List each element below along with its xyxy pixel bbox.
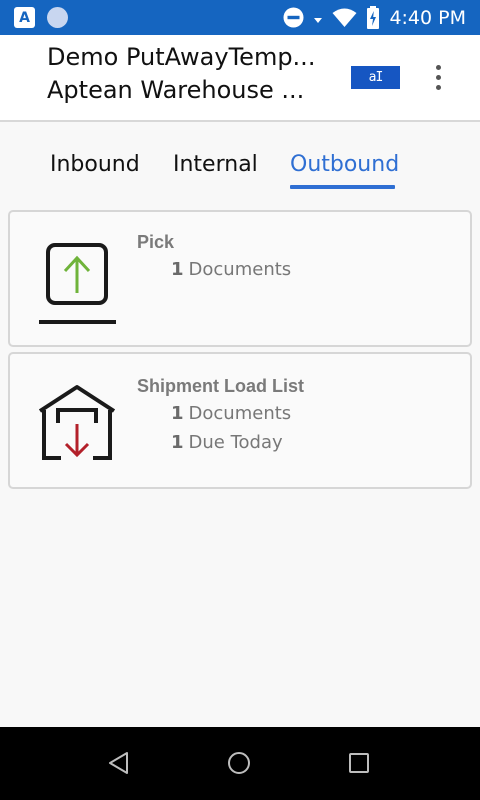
recents-icon[interactable]: [347, 751, 371, 775]
shipment-due-today: 1 Due Today: [171, 432, 283, 453]
upload-box-icon: [39, 243, 116, 324]
back-icon[interactable]: [107, 751, 131, 775]
status-time: 4:40 PM: [389, 6, 466, 29]
tab-inbound[interactable]: Inbound: [50, 152, 140, 177]
app-bar: Demo PutAwayTemp... Aptean Warehouse ...…: [0, 35, 480, 122]
warehouse-outbound-icon: [38, 385, 116, 460]
status-bar: A 4:40 PM: [0, 0, 480, 35]
wifi-icon: [332, 8, 357, 27]
shipment-due-count: 1: [171, 432, 184, 453]
pick-documents-count: 1: [171, 259, 184, 280]
tab-outbound[interactable]: Outbound: [290, 152, 399, 177]
shipment-due-label: Due Today: [188, 432, 283, 453]
more-dot: [435, 64, 441, 70]
home-icon[interactable]: [227, 751, 251, 775]
app-title-line2: Aptean Warehouse ...: [47, 76, 305, 104]
shipment-documents-label: Documents: [188, 403, 292, 424]
shipment-load-list-card[interactable]: Shipment Load List 1 Documents 1 Due Today: [8, 352, 472, 489]
tab-bar: Inbound Internal Outbound: [0, 122, 480, 200]
pick-card[interactable]: Pick 1 Documents: [8, 210, 472, 347]
system-nav-bar: [0, 727, 480, 800]
status-bar-left: A: [14, 7, 68, 28]
status-bar-right: 4:40 PM: [283, 0, 466, 35]
tab-internal[interactable]: Internal: [173, 152, 258, 177]
battery-icon: [367, 5, 380, 29]
shipment-title: Shipment Load List: [137, 376, 305, 396]
keyboard-input-icon[interactable]: aI: [351, 66, 400, 89]
more-dot: [435, 84, 441, 90]
more-vertical-icon[interactable]: [428, 61, 448, 93]
pick-documents-label: Documents: [188, 259, 292, 280]
pick-title: Pick: [137, 232, 175, 252]
more-dot: [435, 74, 441, 80]
pick-documents: 1 Documents: [171, 259, 291, 280]
do-not-disturb-icon: [283, 7, 304, 28]
signal-arrow-icon: [314, 18, 323, 23]
shipment-documents-count: 1: [171, 403, 184, 424]
app-title-line1: Demo PutAwayTemp...: [47, 43, 316, 71]
a-app-icon: A: [14, 7, 35, 28]
active-tab-indicator: [290, 185, 395, 189]
shipment-documents: 1 Documents: [171, 403, 291, 424]
circle-app-icon: [47, 7, 68, 28]
